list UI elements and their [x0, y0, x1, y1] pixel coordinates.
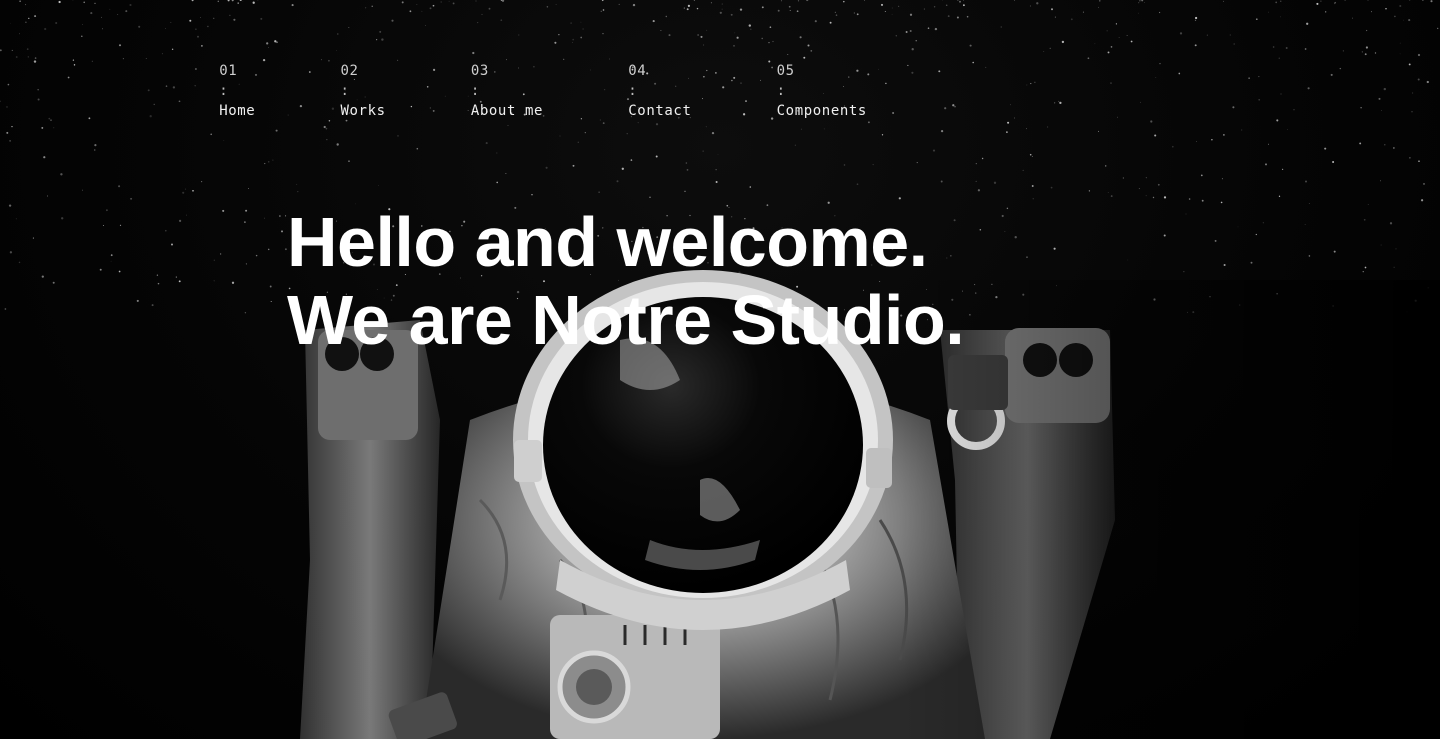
nav-item-label: About me — [470, 103, 544, 119]
nav-item-number: 01 — [219, 63, 247, 79]
nav-item-about-me[interactable]: 03 : About me — [417, 41, 543, 141]
nav-item-number: 03 — [470, 63, 498, 79]
nav-item-components[interactable]: 05 : Components — [722, 41, 867, 141]
hero-headline: Hello and welcome. We are Notre Studio. — [287, 203, 965, 359]
headline-line-2: We are Notre Studio. — [287, 281, 965, 359]
nav-item-separator: : — [219, 83, 238, 99]
hero-section: 01 : Home 02 : Works 03 : About me 04 : … — [0, 0, 1440, 739]
nav-item-contact[interactable]: 04 : Contact — [574, 41, 691, 141]
nav-item-number: 02 — [340, 63, 368, 79]
nav-item-separator: : — [340, 83, 359, 99]
nav-item-number: 04 — [628, 63, 656, 79]
nav-item-label: Works — [340, 103, 386, 119]
nav-item-label: Components — [776, 103, 867, 119]
headline-line-1: Hello and welcome. — [287, 203, 928, 281]
nav-item-separator: : — [776, 83, 795, 99]
nav-item-home[interactable]: 01 : Home — [165, 41, 255, 141]
main-navigation: 01 : Home 02 : Works 03 : About me 04 : … — [165, 41, 898, 141]
nav-item-label: Contact — [628, 103, 692, 119]
nav-item-number: 05 — [776, 63, 804, 79]
nav-item-label: Home — [219, 103, 256, 119]
nav-item-separator: : — [628, 83, 647, 99]
nav-item-separator: : — [470, 83, 489, 99]
nav-item-works[interactable]: 02 : Works — [286, 41, 386, 141]
